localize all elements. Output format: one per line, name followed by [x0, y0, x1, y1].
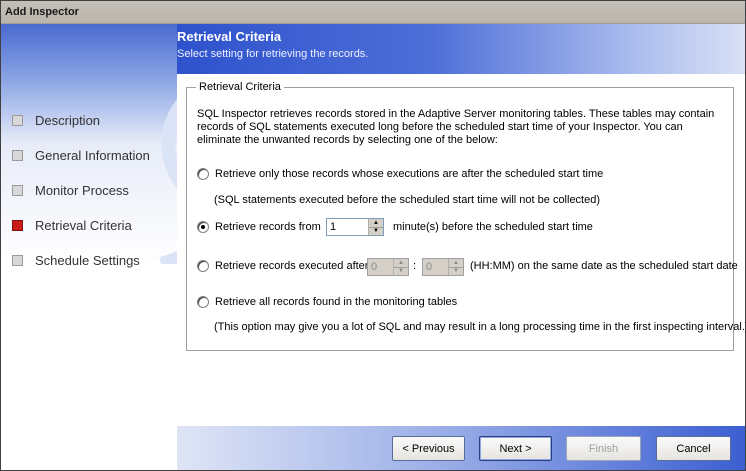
step-label: General Information: [35, 147, 150, 163]
minutes-before-suffix: minute(s) before the scheduled start tim…: [393, 221, 593, 233]
step-status-icon: [12, 114, 23, 126]
minutes-value[interactable]: 0: [423, 259, 448, 275]
spin-down-icon[interactable]: ▼: [449, 268, 463, 276]
option-after-start[interactable]: Retrieve only those records whose execut…: [197, 168, 603, 180]
radio-minutes-before[interactable]: [197, 221, 209, 233]
previous-button[interactable]: < Previous: [392, 436, 465, 461]
step-general-information[interactable]: General Information: [12, 145, 172, 165]
radio-all-records[interactable]: [197, 296, 209, 308]
step-schedule-settings[interactable]: Schedule Settings: [12, 250, 172, 270]
minutes-before-value[interactable]: 1: [327, 219, 368, 235]
spin-down-icon[interactable]: ▼: [369, 228, 383, 236]
spin-up-icon[interactable]: ▲: [369, 219, 383, 228]
option-minutes-before[interactable]: Retrieve records from: [197, 221, 321, 233]
cancel-button[interactable]: Cancel: [656, 436, 731, 461]
option-after-start-note: (SQL statements executed before the sche…: [214, 194, 601, 206]
option-all-records-label: Retrieve all records found in the monito…: [215, 296, 458, 308]
step-description[interactable]: Description: [12, 110, 172, 130]
minutes-spinner[interactable]: 0 ▲ ▼: [422, 258, 464, 276]
hours-spinner[interactable]: 0 ▲ ▼: [367, 258, 409, 276]
step-status-icon: [12, 184, 23, 196]
spin-down-icon[interactable]: ▼: [394, 268, 408, 276]
step-header: Retrieval Criteria Select setting for re…: [177, 24, 745, 74]
step-active-icon: [12, 219, 23, 231]
radio-selected-dot: [201, 225, 205, 229]
title-bar[interactable]: Add Inspector: [1, 1, 745, 24]
group-legend: Retrieval Criteria: [196, 81, 284, 93]
spin-up-icon[interactable]: ▲: [449, 259, 463, 268]
next-button[interactable]: Next >: [479, 436, 552, 461]
wizard-side-panel: [1, 24, 177, 470]
option-all-records-note: (This option may give you a lot of SQL a…: [214, 321, 746, 333]
spin-up-icon[interactable]: ▲: [394, 259, 408, 268]
retrieval-description: SQL Inspector retrieves records stored i…: [197, 108, 715, 146]
option-executed-after-label: Retrieve records executed after: [215, 260, 369, 272]
step-label: Retrieval Criteria: [35, 217, 132, 233]
time-separator: :: [413, 260, 417, 272]
step-retrieval-criteria[interactable]: Retrieval Criteria: [12, 215, 172, 235]
option-executed-after[interactable]: Retrieve records executed after: [197, 260, 368, 272]
option-after-start-label: Retrieve only those records whose execut…: [215, 168, 604, 180]
minutes-before-spinner[interactable]: 1 ▲ ▼: [326, 218, 384, 236]
hours-value[interactable]: 0: [368, 259, 393, 275]
step-label: Description: [35, 112, 101, 128]
step-monitor-process[interactable]: Monitor Process: [12, 180, 172, 200]
option-minutes-before-label: Retrieve records from: [215, 221, 321, 233]
step-subtitle: Select setting for retrieving the record…: [177, 48, 369, 60]
radio-executed-after[interactable]: [197, 260, 209, 272]
executed-after-suffix: (HH:MM) on the same date as the schedule…: [470, 260, 738, 272]
finish-button[interactable]: Finish: [566, 436, 641, 461]
option-all-records[interactable]: Retrieve all records found in the monito…: [197, 296, 457, 308]
step-status-icon: [12, 254, 23, 266]
step-label: Monitor Process: [35, 182, 129, 198]
step-status-icon: [12, 149, 23, 161]
step-title: Retrieval Criteria: [177, 29, 282, 44]
window-title: Add Inspector: [5, 6, 79, 18]
step-label: Schedule Settings: [35, 252, 140, 268]
radio-after-start[interactable]: [197, 168, 209, 180]
